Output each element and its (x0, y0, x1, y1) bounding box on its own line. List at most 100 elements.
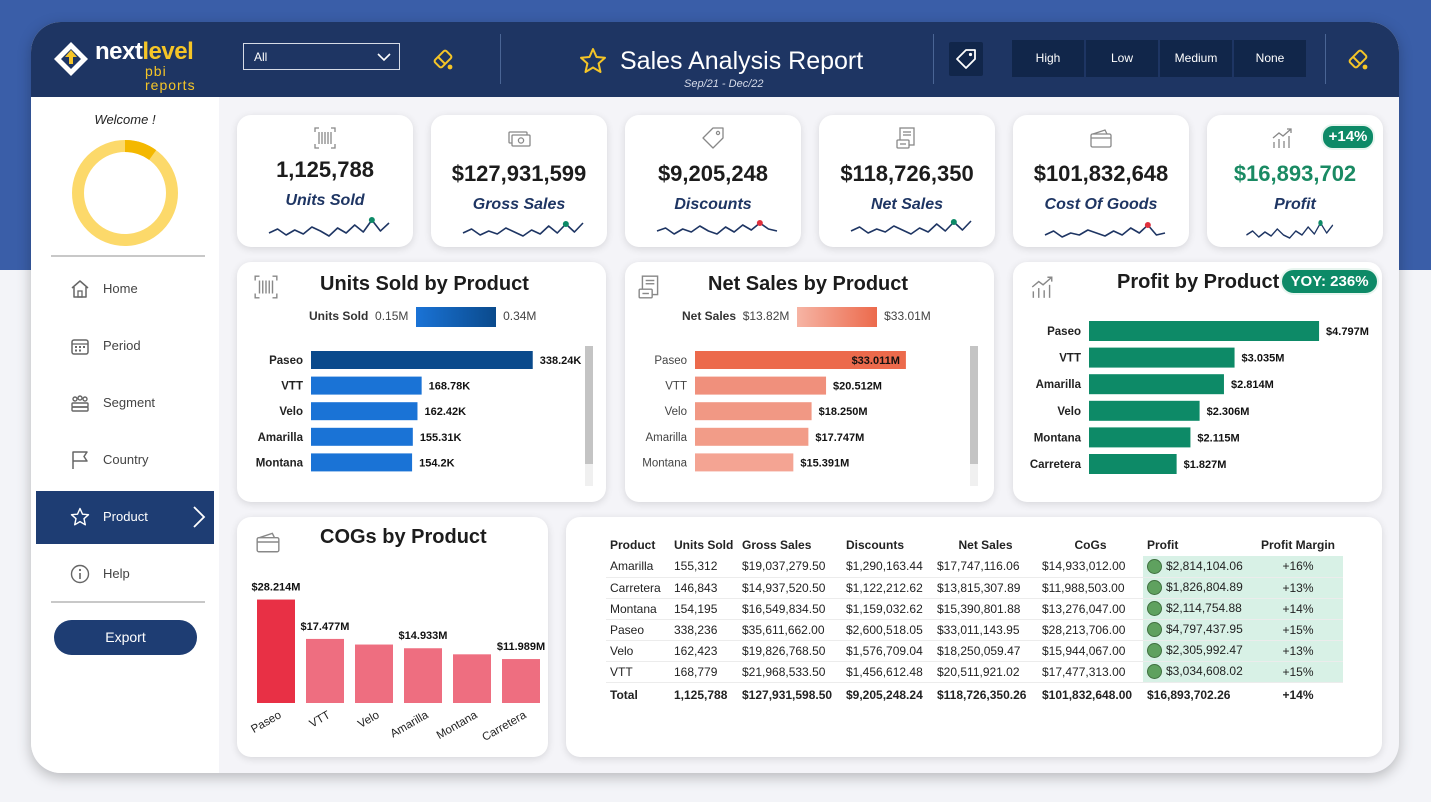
logo: nextlevel pbi reports (53, 39, 218, 92)
kpi-value: $118,726,350 (840, 161, 974, 186)
receipt-icon (638, 275, 659, 299)
product-details-table: Product Units Sold Gross Sales Discounts… (606, 534, 1343, 708)
bar (404, 648, 442, 703)
sidebar-item-segment[interactable]: Segment (36, 377, 214, 430)
cell-value: $1,456,612.48 (846, 664, 923, 679)
priority-low-button[interactable]: Low (1086, 40, 1158, 77)
table-cell: $13,276,047.00 (1038, 598, 1143, 620)
table-cell: $3,034,608.02 (1143, 661, 1253, 683)
category-label: Velo (356, 709, 381, 731)
priority-none-button[interactable]: None (1234, 40, 1306, 77)
cell-value: 146,843 (674, 580, 718, 595)
table-cell: $20,511,921.02 (933, 661, 1038, 683)
legend-max: $33.01M (884, 309, 931, 324)
column-header[interactable]: Units Sold (670, 534, 738, 556)
category-label: Carretera (1030, 459, 1082, 471)
category-label: VTT (1059, 353, 1081, 365)
barcode-icon (254, 275, 278, 299)
total-cell: $9,205,248.24 (842, 681, 933, 708)
table-cell: $11,988,503.00 (1038, 577, 1143, 599)
report-title-block: Sales Analysis Report Sep/21 - Dec/22 (576, 42, 876, 92)
welcome-donut-chart (72, 140, 178, 246)
home-icon (71, 280, 89, 298)
data-label: $28.214M (252, 582, 301, 594)
table-row[interactable]: Velo 162,423 $19,826,768.50 $1,576,709.04 $1… (606, 640, 1343, 662)
data-label: $20.512M (833, 381, 882, 393)
table-cell: +14% (1253, 598, 1343, 620)
data-label: $18.250M (819, 406, 868, 418)
bar (1089, 400, 1200, 421)
cell-value: $13,815,307.89 (937, 580, 1021, 595)
sidebar-item-period[interactable]: Period (36, 320, 214, 373)
column-header[interactable]: CoGs (1038, 534, 1143, 556)
chart-scrollbar[interactable] (585, 346, 593, 486)
cell-value: $14,933,012.00 (1042, 559, 1126, 574)
chart-title: Units Sold by Product (320, 273, 529, 295)
sidebar-item-country[interactable]: Country (36, 434, 214, 487)
cell-value: $35,611,662.00 (742, 622, 825, 637)
table-row[interactable]: Carretera 146,843 $14,937,520.50 $1,122,212… (606, 577, 1343, 599)
bar (1089, 427, 1191, 448)
table-cell: $35,611,662.00 (738, 619, 842, 641)
header-bar: nextlevel pbi reports All Sales Analysis… (31, 22, 1399, 97)
cell-value: +13% (1282, 643, 1314, 658)
column-header[interactable]: Profit Margin (1253, 534, 1343, 556)
scrollbar-thumb[interactable] (970, 346, 978, 464)
status-dot-icon (1147, 643, 1162, 659)
cell-value: +14% (1282, 601, 1314, 616)
kpi-label: Cost Of Goods (1044, 196, 1158, 213)
clear-priority-eraser-icon[interactable] (1345, 46, 1371, 72)
column-header[interactable]: Profit (1143, 534, 1253, 556)
sidebar-item-product[interactable]: Product (36, 491, 214, 544)
data-label: $15.391M (800, 457, 849, 469)
chevron-right-icon (193, 506, 206, 528)
column-header[interactable]: Gross Sales (738, 534, 842, 556)
category-label: Amarilla (645, 432, 687, 444)
table-cell: $1,122,212.62 (842, 577, 933, 599)
bar (257, 599, 295, 703)
table-cell: $19,826,768.50 (738, 640, 842, 662)
data-label: 168.78K (429, 381, 471, 393)
clear-filters-eraser-icon[interactable] (430, 46, 456, 72)
table-row[interactable]: Montana 154,195 $16,549,834.50 $1,159,032.6… (606, 598, 1343, 620)
table-cell: 338,236 (670, 619, 738, 641)
status-dot-icon (1147, 558, 1162, 574)
cell-value: Montana (610, 601, 657, 616)
cell-value: $15,390,801.88 (937, 601, 1021, 616)
kpi-sparkline (1246, 220, 1334, 239)
people-icon (71, 395, 89, 412)
table-cell: $18,250,059.47 (933, 640, 1038, 662)
filter-dropdown[interactable]: All (243, 43, 400, 70)
cell-value: $4,797,437.95 (1166, 621, 1243, 636)
column-header[interactable]: Net Sales (933, 534, 1038, 556)
category-label: Montana (435, 709, 480, 742)
table-cell: $13,815,307.89 (933, 577, 1038, 599)
chart-scrollbar[interactable] (970, 346, 978, 486)
sidebar-item-home[interactable]: Home (36, 263, 214, 316)
table-row[interactable]: Paseo 338,236 $35,611,662.00 $2,600,518.05 $… (606, 619, 1343, 641)
export-button[interactable]: Export (54, 620, 197, 655)
bar (502, 659, 540, 703)
column-header[interactable]: Discounts (842, 534, 933, 556)
cell-value: $1,159,032.62 (846, 601, 923, 616)
kpi-sparkline (1044, 222, 1166, 238)
cell-value: $20,511,921.02 (937, 664, 1020, 679)
tag-filter-button[interactable] (949, 42, 983, 76)
category-label: VTT (665, 381, 687, 393)
sidebar-item-help[interactable]: Help (36, 548, 214, 601)
sparkline-marker (950, 219, 957, 225)
priority-high-button[interactable]: High (1012, 40, 1084, 77)
bar (1089, 454, 1177, 474)
table-row[interactable]: Amarilla 155,312 $19,037,279.50 $1,290,163.… (606, 556, 1343, 578)
bar (1089, 374, 1224, 395)
category-label: Montana (1034, 432, 1082, 444)
priority-medium-button[interactable]: Medium (1160, 40, 1232, 77)
scrollbar-thumb[interactable] (585, 346, 593, 464)
category-label: Montana (642, 457, 687, 469)
table-row[interactable]: VTT 168,779 $21,968,533.50 $1,456,612.48 $20… (606, 661, 1343, 683)
column-header[interactable]: Product (606, 534, 670, 556)
data-label: $2.115M (1197, 432, 1239, 444)
cell-value: $16,549,834.50 (742, 601, 826, 616)
info-icon (70, 564, 90, 584)
kpi-label: Units Sold (285, 192, 365, 209)
